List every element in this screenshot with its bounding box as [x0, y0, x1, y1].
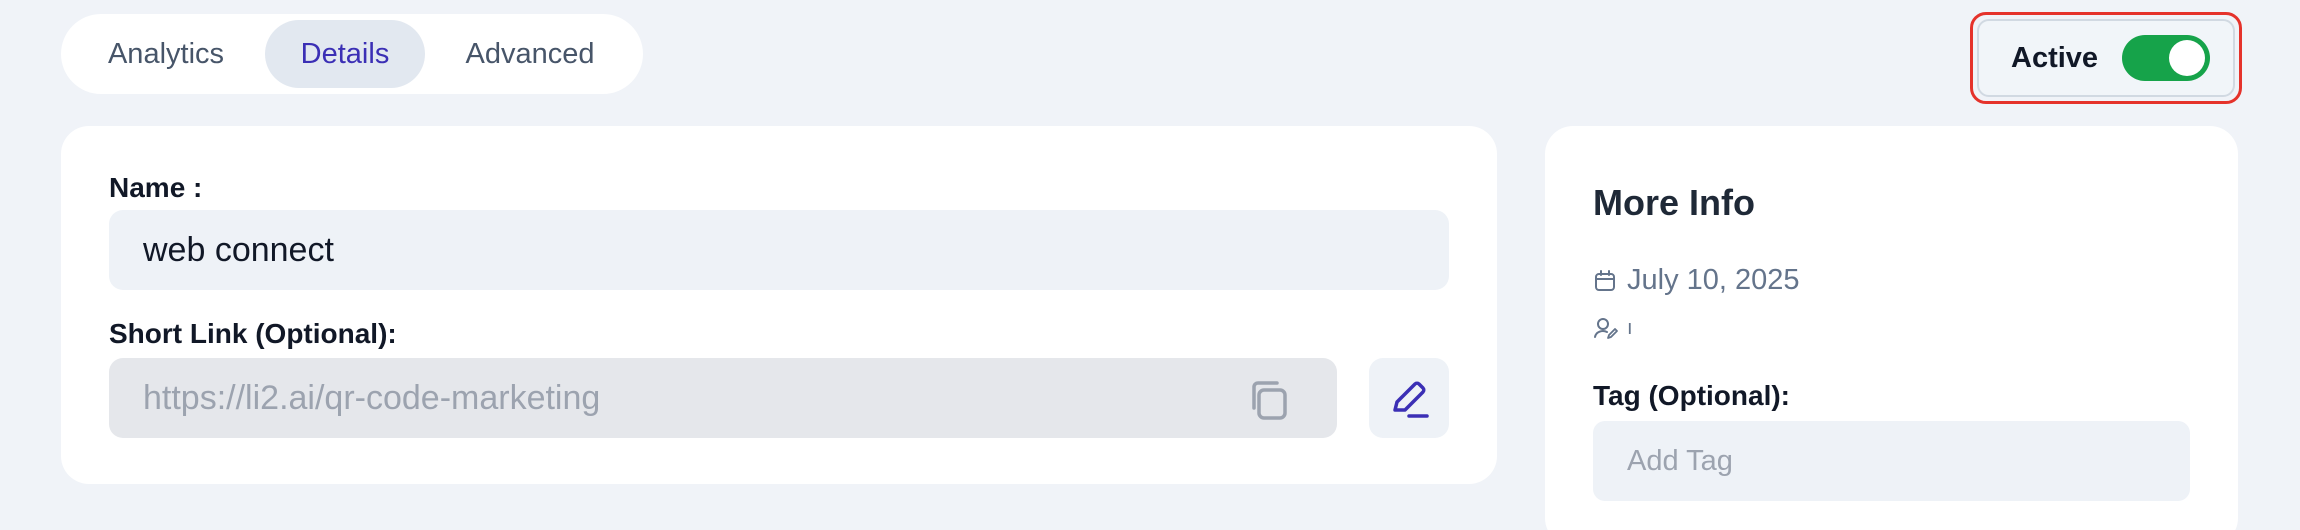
active-label: Active: [2011, 41, 2099, 74]
pencil-icon: [1393, 381, 1429, 418]
date-text: July 10, 2025: [1627, 264, 1800, 296]
name-field[interactable]: web connect: [109, 210, 1449, 290]
owner-row: ı: [1593, 316, 1633, 340]
tab-details[interactable]: Details: [265, 20, 425, 88]
calendar-icon: [1595, 269, 1615, 291]
tag-input[interactable]: Add Tag: [1593, 421, 2190, 501]
short-link-label: Short Link (Optional):: [109, 318, 397, 349]
more-info-card: More Info July 10, 2025 ı Tag (Optional)…: [1545, 126, 2238, 530]
tab-advanced[interactable]: Advanced: [425, 20, 635, 88]
active-toggle-highlight: Active: [1970, 12, 2242, 104]
toggle-knob: [2169, 40, 2206, 76]
more-info-title: More Info: [1593, 182, 1755, 223]
created-date: July 10, 2025: [1593, 264, 1800, 297]
owner-name: ı: [1627, 316, 1633, 339]
active-toggle-switch[interactable]: [2122, 35, 2211, 81]
edit-link-button[interactable]: [1369, 358, 1449, 438]
user-edit-icon: [1594, 318, 1618, 339]
details-card: Name : web connect Short Link (Optional)…: [61, 126, 1497, 484]
name-label: Name :: [109, 172, 203, 203]
short-link-field[interactable]: https://li2.ai/qr-code-marketing: [109, 358, 1337, 438]
tag-label: Tag (Optional):: [1593, 380, 1790, 411]
short-link-value: https://li2.ai/qr-code-marketing: [143, 378, 601, 417]
copy-icon[interactable]: [1245, 376, 1293, 424]
active-toggle-container: Active: [1977, 19, 2235, 97]
tab-analytics[interactable]: Analytics: [67, 20, 265, 88]
tab-bar: Analytics Details Advanced: [61, 14, 643, 94]
